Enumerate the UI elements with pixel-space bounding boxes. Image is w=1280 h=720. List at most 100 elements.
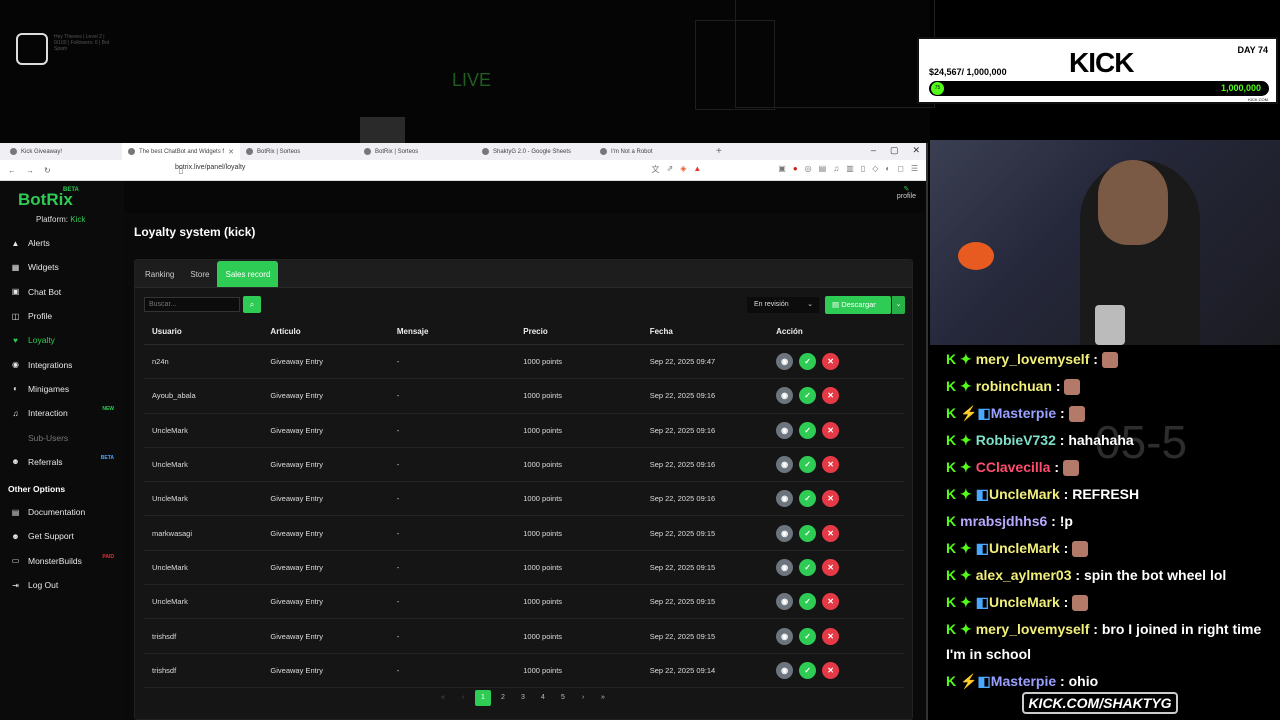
reject-button[interactable]: ✕: [822, 353, 840, 371]
maximize-icon[interactable]: ▢: [890, 145, 899, 156]
reject-button[interactable]: ✕: [822, 490, 840, 508]
wallet-icon[interactable]: ◻: [897, 164, 904, 175]
translate-icon[interactable]: 文: [651, 164, 659, 175]
extension-icon[interactable]: ▣: [778, 164, 786, 175]
brand-logo[interactable]: BotRix: [18, 190, 73, 210]
reject-button[interactable]: ✕: [822, 456, 840, 474]
table-cell: Giveaway Entry: [270, 631, 323, 641]
background-shape: [735, 0, 935, 108]
search-input[interactable]: [144, 297, 240, 312]
page-link[interactable]: 1: [475, 690, 491, 706]
reject-button[interactable]: ✕: [822, 661, 840, 679]
reject-button[interactable]: ✕: [822, 627, 840, 645]
approve-button[interactable]: ✓: [799, 661, 817, 679]
view-button[interactable]: ◉: [776, 524, 794, 542]
page-link[interactable]: »: [595, 690, 611, 706]
browser-tab[interactable]: BotRix | Sorteos: [240, 143, 358, 160]
menu-icon[interactable]: ☰: [911, 164, 918, 175]
stream-logo-icon: [16, 33, 48, 65]
url-bar[interactable]: botrix.live/panel/loyalty: [175, 164, 245, 171]
approve-button[interactable]: ✓: [799, 353, 817, 371]
sidebar-item-integrations[interactable]: ◉ Integrations: [0, 352, 124, 376]
close-window-icon[interactable]: ✕: [912, 145, 920, 156]
view-button[interactable]: ◉: [776, 353, 794, 371]
sidebar-item-log-out[interactable]: ⇥ Log Out: [0, 573, 124, 597]
view-button[interactable]: ◉: [776, 593, 794, 611]
sidebar-item-documentation[interactable]: ▤ Documentation: [0, 500, 124, 524]
extension-icon[interactable]: ◇: [872, 164, 878, 175]
reject-button[interactable]: ✕: [822, 558, 840, 576]
approve-button[interactable]: ✓: [799, 593, 817, 611]
view-button[interactable]: ◉: [776, 421, 794, 439]
extension-icon[interactable]: ◎: [805, 164, 812, 175]
profile-button[interactable]: ✎ profile: [897, 185, 916, 200]
page-link[interactable]: 5: [555, 690, 571, 706]
sidebar-item-chat-bot[interactable]: ▣ Chat Bot: [0, 280, 124, 304]
approve-button[interactable]: ✓: [799, 524, 817, 542]
bookmarks-icon[interactable]: ▥: [846, 164, 854, 175]
tab-store[interactable]: Store: [182, 261, 217, 287]
new-tab-icon[interactable]: +: [716, 146, 722, 157]
search-button[interactable]: ⌕: [243, 296, 261, 313]
page-link[interactable]: «: [435, 690, 451, 706]
approve-button[interactable]: ✓: [799, 490, 817, 508]
page-link[interactable]: 3: [515, 690, 531, 706]
approve-button[interactable]: ✓: [799, 627, 817, 645]
emote-icon: [1101, 352, 1118, 369]
sidebar-item-sub-users[interactable]: Sub-Users: [0, 425, 124, 449]
chevron-down-icon: ⌄: [895, 301, 902, 308]
approve-button[interactable]: ✓: [799, 558, 817, 576]
browser-tab[interactable]: The best ChatBot and Widgets f ✕: [122, 143, 240, 160]
page-link[interactable]: 2: [495, 690, 511, 706]
sidebar-item-monsterbuilds[interactable]: ▭ MonsterBuilds PAID: [0, 549, 124, 573]
sidebar-item-profile[interactable]: ◫ Profile: [0, 304, 124, 328]
page-link[interactable]: ›: [575, 690, 591, 706]
page-link[interactable]: 4: [535, 690, 551, 706]
view-button[interactable]: ◉: [776, 661, 794, 679]
view-button[interactable]: ◉: [776, 558, 794, 576]
reload-icon[interactable]: ↻: [44, 166, 51, 175]
reject-button[interactable]: ✕: [822, 421, 840, 439]
minimize-icon[interactable]: –: [871, 145, 876, 156]
share-icon[interactable]: ⇗: [666, 164, 673, 175]
view-button[interactable]: ◉: [776, 456, 794, 474]
warning-icon[interactable]: ▲: [693, 164, 701, 175]
sidebar-item-widgets[interactable]: ▦ Widgets: [0, 255, 124, 279]
sidebar-item-loyalty[interactable]: ♥ Loyalty: [0, 328, 124, 352]
vpn-icon[interactable]: ◐: [885, 164, 890, 175]
browser-tab[interactable]: Kick Giveaway!: [4, 143, 122, 160]
download-button[interactable]: ▤ Descargar: [825, 296, 891, 314]
view-button[interactable]: ◉: [776, 387, 794, 405]
browser-tab[interactable]: BotRix | Sorteos: [358, 143, 476, 160]
sidebar-item-minigames[interactable]: ◐ Minigames: [0, 377, 124, 401]
sidebar-icon[interactable]: ▯: [861, 164, 865, 175]
tab-ranking[interactable]: Ranking: [137, 261, 182, 287]
sidebar-item-label: Log Out: [28, 580, 59, 590]
forward-icon[interactable]: →: [26, 166, 34, 175]
reject-button[interactable]: ✕: [822, 593, 840, 611]
sidebar-item-get-support[interactable]: ☻ Get Support: [0, 524, 124, 548]
status-select[interactable]: En revisión ⌄: [747, 297, 819, 313]
view-button[interactable]: ◉: [776, 627, 794, 645]
extension-icon[interactable]: ●: [793, 164, 798, 175]
shield-icon[interactable]: ◈: [680, 164, 686, 175]
sidebar-item-interaction[interactable]: ♫ Interaction NEW: [0, 401, 124, 425]
chat-username: UncleMark: [988, 540, 1060, 556]
approve-button[interactable]: ✓: [799, 456, 817, 474]
browser-tab[interactable]: I'm Not a Robot: [594, 143, 712, 160]
extension-icon[interactable]: ▤: [819, 164, 827, 175]
download-dropdown-toggle[interactable]: ⌄: [892, 296, 905, 314]
sidebar-item-alerts[interactable]: ▲ Alerts: [0, 231, 124, 255]
reject-button[interactable]: ✕: [822, 524, 840, 542]
sidebar-item-referrals[interactable]: ☻ Referrals BETA: [0, 450, 124, 474]
back-icon[interactable]: ←: [8, 166, 16, 175]
approve-button[interactable]: ✓: [799, 387, 817, 405]
tab-sales-record[interactable]: Sales record: [217, 261, 279, 287]
browser-tab[interactable]: ShaktyG 2.0 - Google Sheets: [476, 143, 594, 160]
reject-button[interactable]: ✕: [822, 387, 840, 405]
music-icon[interactable]: ♫: [833, 164, 839, 175]
view-button[interactable]: ◉: [776, 490, 794, 508]
close-tab-icon[interactable]: ✕: [228, 148, 234, 156]
approve-button[interactable]: ✓: [799, 421, 817, 439]
page-link[interactable]: ‹: [455, 690, 471, 706]
